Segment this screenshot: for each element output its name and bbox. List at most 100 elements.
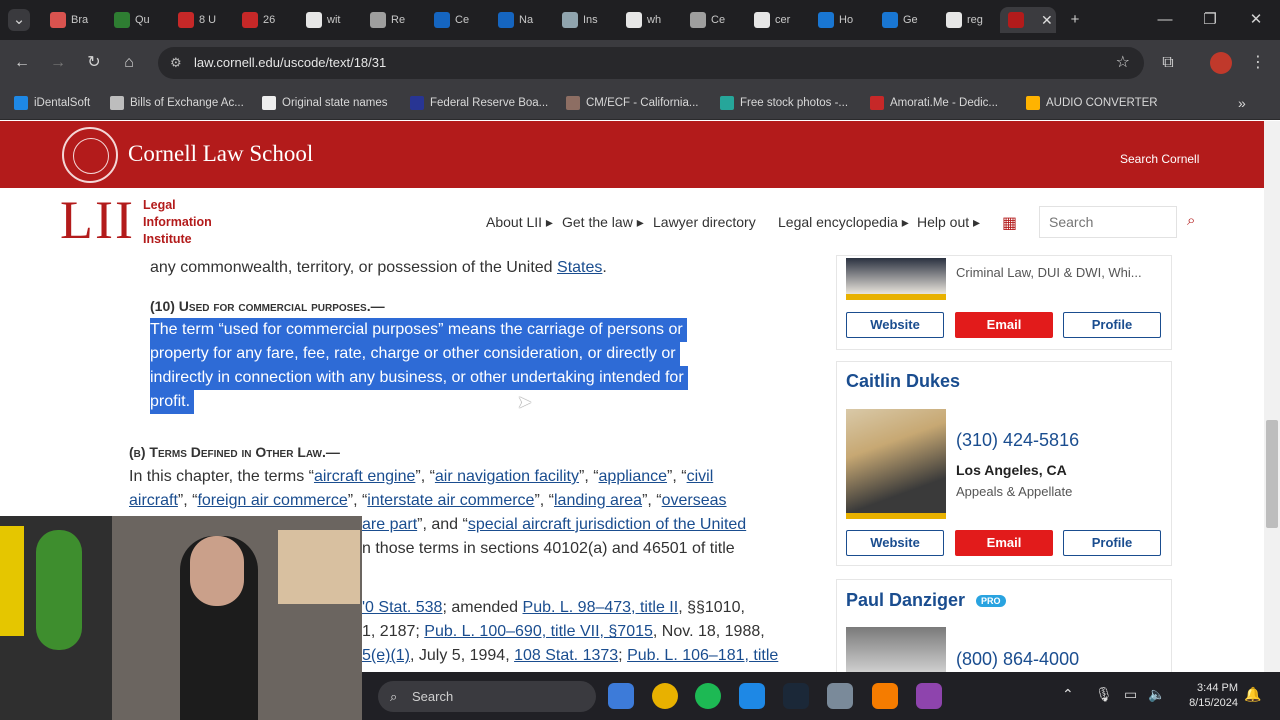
new-tab-icon[interactable]: + [1064,9,1086,31]
term-link[interactable]: overseas [662,492,727,509]
browser-tab[interactable]: Na [490,7,552,33]
steam-app-icon[interactable] [783,683,809,709]
tab-active[interactable]: ✕ [1000,7,1056,33]
term-link[interactable]: aircraft engine [314,468,415,485]
browser-tab[interactable]: Ho [810,7,872,33]
close-tab-icon[interactable]: ✕ [1041,12,1053,29]
website-button[interactable]: Website [846,530,944,556]
browser-tab[interactable]: wit [298,7,360,33]
bookmark-item[interactable]: iDentalSoft [14,94,90,112]
selected-text-line[interactable]: property for any fare, fee, rate, charge… [150,342,680,366]
browser-tab[interactable]: Ge [874,7,936,33]
browser-tab[interactable]: Ce [426,7,488,33]
bookmark-item[interactable]: Free stock photos -... [720,94,848,112]
citation-link[interactable]: 5(e)(1) [362,647,410,664]
tab-search-icon[interactable]: ⌄ [8,9,30,31]
volume-icon[interactable]: 🔈 [1148,686,1165,703]
selected-text-line[interactable]: The term “used for commercial purposes” … [150,318,687,342]
bookmark-item[interactable]: AUDIO CONVERTER [1026,94,1158,112]
browser-tab[interactable]: Bra [42,7,104,33]
blender-app-icon[interactable] [872,683,898,709]
profile-button[interactable]: Profile [1063,312,1161,338]
lii-search-input[interactable] [1039,206,1177,238]
browser-tab[interactable]: Ins [554,7,616,33]
browser-tab[interactable]: Ce [682,7,744,33]
citation-link[interactable]: '0 Stat. 538 [362,599,442,616]
bookmark-item[interactable]: Amorati.Me - Dedic... [870,94,998,112]
search-cornell-link[interactable]: Search Cornell [1120,152,1199,166]
browser-tab[interactable]: Qu [106,7,168,33]
website-button[interactable]: Website [846,312,944,338]
page-scrollbar[interactable] [1264,121,1280,672]
citation-link[interactable]: Pub. L. 100–690, title VII, §7015 [424,623,653,640]
menu-icon[interactable]: ⋮ [1247,52,1269,74]
lawyer-photo[interactable] [846,409,946,519]
search-icon[interactable]: ⌕ [1187,212,1195,229]
back-icon[interactable]: ← [11,52,33,74]
term-link[interactable]: civil [687,468,714,485]
tray-overflow-icon[interactable]: ⌃ [1062,686,1074,703]
microphone-icon[interactable]: 🎙 [1095,686,1113,703]
scrollbar-thumb[interactable] [1266,420,1278,528]
r-app-app-icon[interactable] [739,683,765,709]
email-button[interactable]: Email [955,312,1053,338]
term-link[interactable]: air navigation facility [435,468,579,485]
extensions-icon[interactable]: ⧉ [1157,52,1179,74]
term-link[interactable]: interstate air commerce [367,492,534,509]
more-bookmarks-icon[interactable]: » [1238,94,1246,112]
lawyer-photo[interactable] [846,258,946,300]
nav-help-out[interactable]: Help out ▸ [917,214,980,231]
term-link[interactable]: are part [362,516,417,533]
browser-tab[interactable]: reg [938,7,1000,33]
bookmark-item[interactable]: Original state names [262,94,387,112]
citation-link[interactable]: Pub. L. 98–473, title II [523,599,679,616]
selected-text-line[interactable]: profit. [150,390,195,414]
lawyer-phone[interactable]: (800) 864-4000 [956,649,1079,670]
lawyer-name[interactable]: Paul Danziger [846,590,965,611]
lawyer-name[interactable]: Caitlin Dukes [846,371,960,392]
profile-button[interactable]: Profile [1063,530,1161,556]
minimize-icon[interactable]: — [1154,9,1176,31]
bookmark-item[interactable]: Bills of Exchange Ac... [110,94,244,112]
taskbar-clock[interactable]: 3:44 PM 8/15/2024 [1186,681,1238,711]
term-link[interactable]: special aircraft jurisdiction of the Uni… [468,516,746,533]
profile-avatar[interactable] [1210,52,1232,74]
nav-about-lii[interactable]: About LII ▸ [486,214,553,231]
term-link[interactable]: appliance [599,468,668,485]
network-icon[interactable]: ▭ [1124,686,1137,703]
chrome-app-icon[interactable] [652,683,678,709]
cornell-law-school-title[interactable]: Cornell Law School [128,141,313,167]
term-link[interactable]: landing area [554,492,642,509]
taskbar-search[interactable]: ⌕ Search [378,681,596,712]
browser-tab[interactable]: cer [746,7,808,33]
maps-app-icon[interactable] [608,683,634,709]
selected-text-line[interactable]: indirectly in connection with any busine… [150,366,688,390]
nav-get-the-law[interactable]: Get the law ▸ [562,214,644,231]
lawyer-photo[interactable] [846,627,946,672]
bookmark-item[interactable]: Federal Reserve Boa... [410,94,548,112]
citation-link[interactable]: 108 Stat. 1373 [514,647,618,664]
term-link[interactable]: aircraft [129,492,178,509]
app-purple-app-icon[interactable] [916,683,942,709]
spotify-app-icon[interactable] [695,683,721,709]
notification-bell-icon[interactable]: 🔔 [1244,686,1261,703]
browser-tab[interactable]: 26 [234,7,296,33]
browser-tab[interactable]: wh [618,7,680,33]
link-states[interactable]: States [557,259,602,276]
site-info-icon[interactable]: ⚙ [170,47,182,79]
gift-icon[interactable]: ▦ [1002,213,1017,233]
lii-name[interactable]: Legal Information Institute [143,197,233,248]
address-bar[interactable]: ⚙ law.cornell.edu/uscode/text/18/31 ☆ [158,47,1144,79]
home-icon[interactable]: ⌂ [118,52,140,74]
forward-icon[interactable]: → [47,52,69,74]
reload-icon[interactable]: ↻ [83,52,105,74]
browser-tab[interactable]: 8 U [170,7,232,33]
email-button[interactable]: Email [955,530,1053,556]
lii-logo[interactable]: LII [60,193,135,247]
bookmark-item[interactable]: CM/ECF - California... [566,94,698,112]
cornell-seal-icon[interactable] [62,127,118,183]
citation-link[interactable]: Pub. L. 106–181, title [627,647,778,664]
browser-tab[interactable]: Re [362,7,424,33]
nav-lawyer-directory[interactable]: Lawyer directory [653,214,756,230]
nav-legal-encyclopedia[interactable]: Legal encyclopedia ▸ [778,214,909,231]
